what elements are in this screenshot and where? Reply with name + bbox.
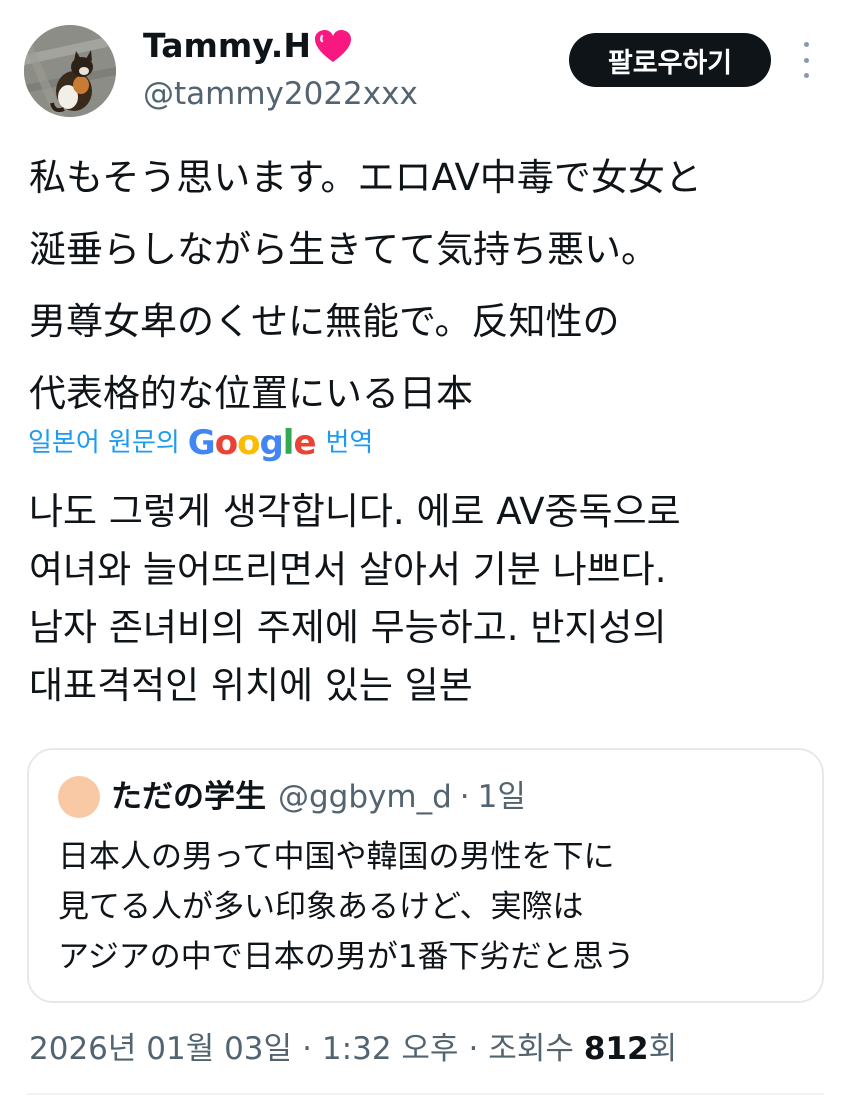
views-count: 812 (583, 1031, 649, 1067)
tweet-text: 私もそう思います。エロAV中毒で女女と 涎垂らしながら生きてて気持ち悪い。 男尊… (29, 156, 702, 415)
quoted-header: ただの学生 @ggbym_d · 1일 (58, 774, 526, 820)
tweet-date[interactable]: 2026년 01월 03일 (29, 1024, 292, 1074)
avatar[interactable] (24, 25, 116, 117)
quoted-time: 1일 (477, 779, 526, 815)
more-vertical-icon[interactable] (796, 42, 816, 78)
quoted-handle: @ggbym_d (278, 779, 452, 815)
avatar-image (24, 25, 116, 117)
meta-separator: · (302, 1031, 312, 1067)
author-display-name[interactable]: Tammy.H (143, 25, 353, 67)
translate-prefix: 일본어 원문의 (28, 428, 180, 458)
dot (803, 42, 809, 47)
translated-text: 나도 그렇게 생각합니다. 에로 AV중독으로 여녀와 늘어뜨리면서 살아서 기… (29, 490, 681, 707)
tweet-detail: Tammy.H @tammy2022xxx 팔로우하기 私もそう思います。エロA… (0, 0, 850, 1101)
tweet-metadata: 2026년 01월 03일 · 1:32 오후 · 조회수 812 회 (29, 1024, 677, 1074)
follow-button[interactable]: 팔로우하기 (569, 33, 771, 87)
translate-suffix: 번역 (325, 428, 374, 458)
dot (803, 73, 809, 78)
author-name-text: Tammy.H (143, 26, 311, 65)
divider (27, 1093, 824, 1095)
meta-separator: · (468, 1031, 479, 1067)
quoted-avatar (58, 776, 100, 818)
heart-icon (314, 30, 351, 62)
views-suffix: 회 (648, 1031, 678, 1067)
quoted-text: 日本人の男って中国や韓国の男性を下に 見てる人が多い印象あるけど、実際は アジア… (58, 839, 635, 975)
views-label: 조회수 (488, 1031, 574, 1067)
tweet-time[interactable]: 1:32 오후 (322, 1024, 459, 1074)
author-handle[interactable]: @tammy2022xxx (143, 74, 418, 114)
quoted-tweet[interactable]: ただの学生 @ggbym_d · 1일 日本人の男って中国や韓国の男性を下に 見… (27, 748, 824, 1003)
quoted-separator: · (459, 779, 470, 815)
google-logo: Google (187, 423, 317, 463)
quoted-name: ただの学生 (111, 779, 266, 815)
dot (803, 57, 809, 63)
translate-link[interactable]: 일본어 원문의 Google 번역 (28, 420, 373, 466)
